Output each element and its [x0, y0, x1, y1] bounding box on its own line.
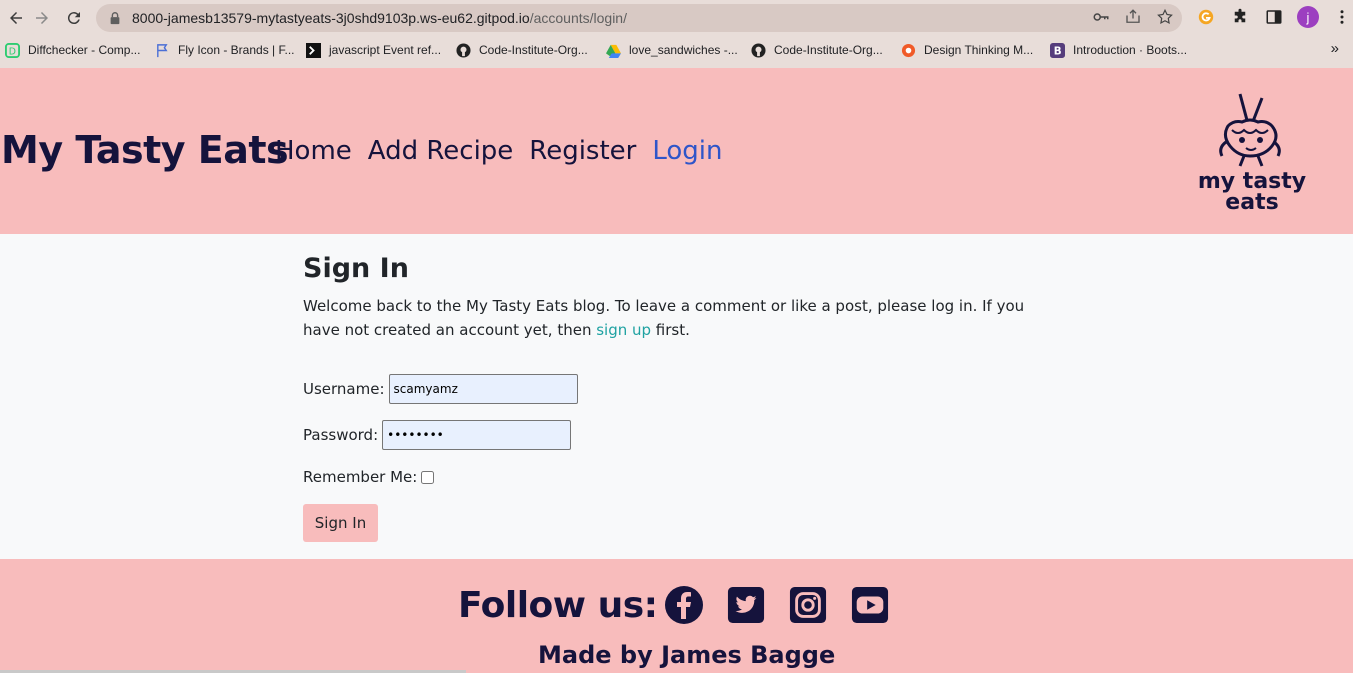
svg-text:B: B: [1053, 45, 1061, 57]
reload-icon: [67, 12, 80, 25]
url-text: 8000-jamesb13579-mytastyeats-3j0shd9103p…: [132, 10, 627, 26]
signin-container: Sign In Welcome back to the My Tasty Eat…: [303, 252, 1033, 542]
bookmark-item[interactable]: Fly Icon - Brands | F...: [154, 42, 294, 58]
browser-chrome: 8000-jamesb13579-mytastyeats-3j0shd9103p…: [0, 0, 1353, 68]
bookmark-label: Introduction · Boots...: [1073, 43, 1188, 57]
kebab-menu-icon[interactable]: [1331, 6, 1353, 28]
remember-checkbox[interactable]: [421, 470, 435, 484]
address-bar-actions: [1092, 8, 1174, 26]
twitter-icon[interactable]: [726, 585, 766, 625]
bookmark-item[interactable]: love_sandwiches -...: [605, 42, 738, 58]
password-row: Password:: [303, 420, 1033, 450]
bookmark-label: love_sandwiches -...: [629, 43, 738, 57]
nav-register[interactable]: Register: [529, 136, 636, 166]
extension-g-icon[interactable]: [1195, 6, 1217, 28]
bookmark-label: Fly Icon - Brands | F...: [178, 43, 295, 57]
bookmark-item[interactable]: Design Thinking M...: [900, 42, 1033, 58]
back-arrow-icon: [10, 12, 22, 24]
bookmark-item[interactable]: D Diffchecker - Comp...: [4, 42, 140, 58]
site-header: My Tasty Eats Home Add Recipe Register L…: [0, 68, 1353, 234]
url-path: /accounts/login/: [529, 10, 627, 26]
reload-button[interactable]: [58, 2, 90, 34]
star-icon[interactable]: [1156, 8, 1174, 26]
forward-button[interactable]: [26, 2, 58, 34]
password-input[interactable]: [382, 420, 572, 450]
svg-text:D: D: [8, 46, 15, 57]
made-by-credit: Made by James Bagge: [538, 641, 836, 669]
site-footer: Follow us: Made by James Bagge: [0, 559, 1353, 673]
bookmark-item[interactable]: Code-Institute-Org...: [455, 42, 588, 58]
main-content: Sign In Welcome back to the My Tasty Eat…: [0, 234, 1353, 559]
more-bookmarks-button[interactable]: »: [1331, 40, 1339, 57]
password-label: Password:: [303, 426, 379, 444]
address-bar[interactable]: 8000-jamesb13579-mytastyeats-3j0shd9103p…: [96, 4, 1182, 32]
intro-end: first.: [651, 321, 690, 339]
github-icon: [750, 42, 766, 58]
extensions-area: j: [1195, 6, 1353, 28]
key-icon[interactable]: [1092, 8, 1110, 26]
username-input[interactable]: [388, 374, 578, 404]
forward-arrow-icon: [36, 12, 48, 24]
bookmark-label: Code-Institute-Org...: [774, 43, 883, 57]
nav-login[interactable]: Login: [652, 136, 722, 166]
sign-up-link[interactable]: sign up: [596, 321, 651, 339]
github-icon: [455, 42, 471, 58]
share-icon[interactable]: [1124, 8, 1142, 26]
main-nav: Home Add Recipe Register Login: [275, 136, 723, 166]
diffchecker-icon: D: [4, 42, 20, 58]
page-title: Sign In: [303, 253, 409, 284]
nav-home[interactable]: Home: [275, 136, 352, 166]
instagram-icon[interactable]: [788, 585, 828, 625]
bookmark-label: Diffchecker - Comp...: [28, 43, 141, 57]
profile-avatar[interactable]: j: [1297, 6, 1319, 28]
follow-us-heading: Follow us:: [458, 585, 658, 626]
facebook-icon[interactable]: [664, 585, 704, 625]
username-label: Username:: [303, 380, 385, 398]
lock-icon: [110, 12, 120, 25]
flag-icon: [154, 42, 170, 58]
social-links: [664, 585, 890, 625]
bookmarks-bar: D Diffchecker - Comp... Fly Icon - Brands…: [0, 36, 1353, 64]
logo-text-line2: eats: [1225, 190, 1278, 215]
bookmark-item[interactable]: javascript Event ref...: [305, 42, 441, 58]
bookmark-item[interactable]: B Introduction · Boots...: [1049, 42, 1187, 58]
w3-icon: [305, 42, 321, 58]
bootstrap-icon: B: [1049, 42, 1065, 58]
circle-icon: [900, 42, 916, 58]
puzzle-icon[interactable]: [1229, 6, 1251, 28]
remember-label: Remember Me:: [303, 468, 418, 486]
bookmark-label: javascript Event ref...: [329, 43, 442, 57]
intro-paragraph: Welcome back to the My Tasty Eats blog. …: [303, 294, 1033, 342]
sign-in-button[interactable]: Sign In: [303, 504, 378, 542]
url-host: 8000-jamesb13579-mytastyeats-3j0shd9103p…: [132, 10, 530, 26]
username-row: Username:: [303, 374, 1033, 404]
noodle-bowl-mascot-icon: [1219, 93, 1281, 167]
bookmark-label: Design Thinking M...: [924, 43, 1034, 57]
nav-add-recipe[interactable]: Add Recipe: [368, 136, 514, 166]
bookmark-item[interactable]: Code-Institute-Org...: [750, 42, 883, 58]
bookmark-label: Code-Institute-Org...: [479, 43, 588, 57]
side-panel-icon[interactable]: [1263, 6, 1285, 28]
drive-icon: [605, 42, 621, 58]
remember-row: Remember Me:: [303, 466, 1033, 488]
browser-toolbar: 8000-jamesb13579-mytastyeats-3j0shd9103p…: [0, 0, 1353, 36]
brand-title[interactable]: My Tasty Eats: [1, 128, 289, 172]
signin-form: Username: Password: Remember Me: Sign In: [303, 374, 1033, 542]
site-logo: my tasty eats: [1198, 93, 1306, 215]
youtube-icon[interactable]: [850, 585, 890, 625]
